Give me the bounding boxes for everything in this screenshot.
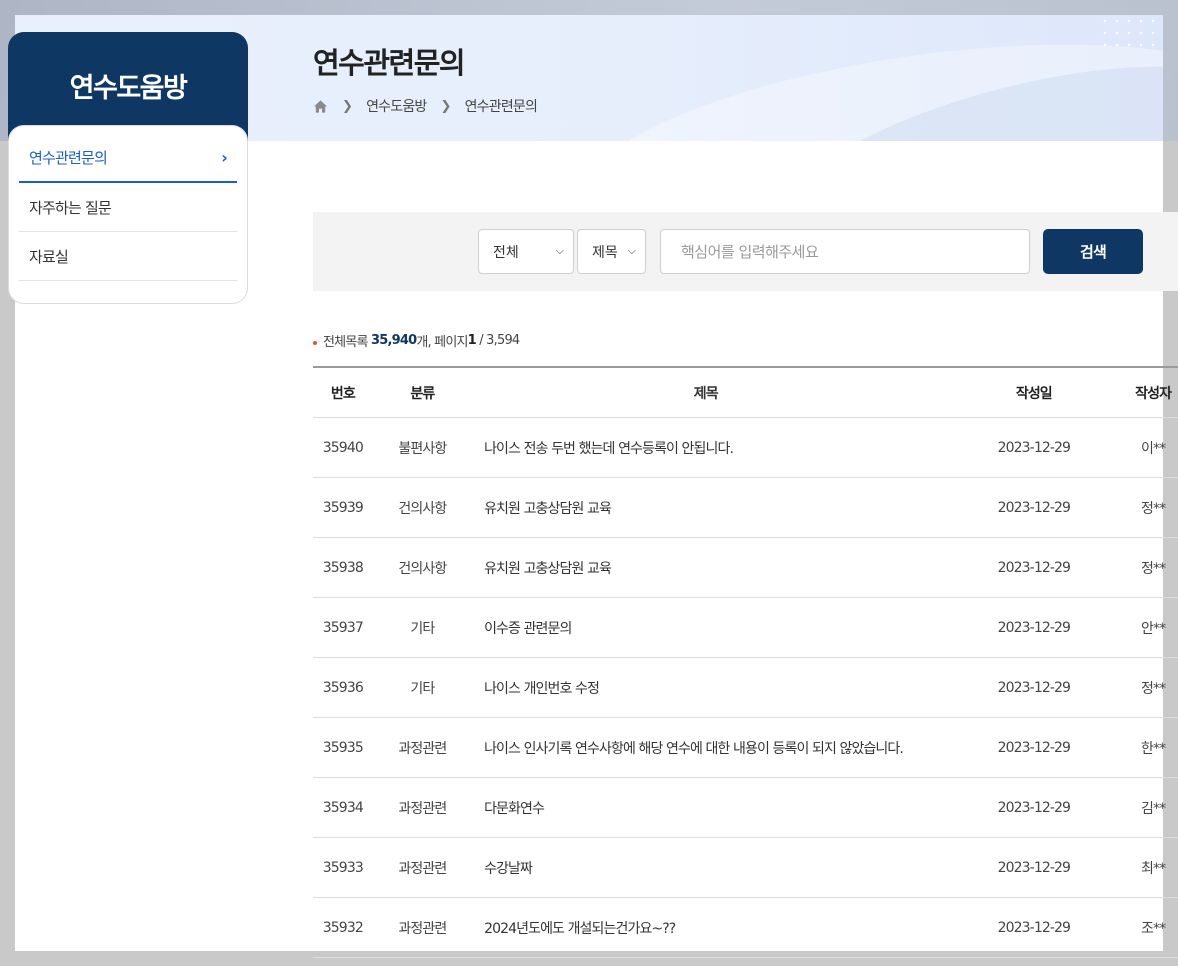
post-category: 불편사항 <box>398 440 447 457</box>
search-input[interactable] <box>660 229 1030 274</box>
post-writer: 정** <box>1141 560 1166 577</box>
sidebar-item-faq[interactable]: 자주하는 질문 <box>19 183 237 232</box>
table-row[interactable]: 35934 과정관련 다문화연수 2023-12-29 김** <box>313 778 1178 838</box>
post-date: 2023-12-29 <box>997 859 1071 876</box>
breadcrumb-item[interactable]: 연수도움방 <box>366 96 427 116</box>
post-number: 35940 <box>322 439 364 456</box>
total-count: 35,940 <box>370 333 417 348</box>
column-header-date: 작성일 <box>1015 385 1053 402</box>
post-date: 2023-12-29 <box>997 679 1071 696</box>
post-writer: 이** <box>1141 440 1166 457</box>
sidebar-menu: 연수관련문의 › 자주하는 질문 자료실 <box>8 125 248 304</box>
post-title-link[interactable]: 다문화연수 <box>472 798 939 818</box>
post-date: 2023-12-29 <box>997 559 1071 576</box>
table-header-row: 번호 분류 제목 작성일 작성자 <box>313 368 1178 418</box>
column-header-num: 번호 <box>330 385 356 402</box>
breadcrumb: ❯ 연수도움방 ❯ 연수관련문의 <box>313 96 538 116</box>
post-writer: 정** <box>1141 680 1166 697</box>
sidebar-item-inquiry[interactable]: 연수관련문의 › <box>19 134 237 183</box>
post-category: 과정관련 <box>398 860 447 877</box>
table-row[interactable]: 35940 불편사항 나이스 전송 두번 했는데 연수등록이 안됩니다. 202… <box>313 418 1178 478</box>
table-row[interactable]: 35939 건의사항 유치원 고충상담원 교육 2023-12-29 정** <box>313 478 1178 538</box>
post-number: 35934 <box>322 799 364 816</box>
post-number: 35936 <box>322 679 364 696</box>
chevron-down-icon: ⌵ <box>627 244 636 257</box>
post-category: 과정관련 <box>398 740 447 757</box>
post-number: 35938 <box>322 559 364 576</box>
board-table: 번호 분류 제목 작성일 작성자 35940 불편사항 나이스 전송 두번 했는… <box>313 366 1178 958</box>
table-row[interactable]: 35936 기타 나이스 개인번호 수정 2023-12-29 정** <box>313 658 1178 718</box>
post-writer: 한** <box>1141 740 1166 757</box>
sidebar-item-label: 자료실 <box>29 247 69 266</box>
table-row[interactable]: 35937 기타 이수증 관련문의 2023-12-29 안** <box>313 598 1178 658</box>
sidebar-item-archive[interactable]: 자료실 <box>19 232 237 281</box>
page-title: 연수관련문의 <box>313 46 466 80</box>
post-date: 2023-12-29 <box>997 619 1071 636</box>
bullet-icon <box>313 340 317 345</box>
search-field-select[interactable]: 제목 ⌵ <box>577 229 646 274</box>
post-title-link[interactable]: 유치원 고충상담원 교육 <box>472 558 939 578</box>
post-title-link[interactable]: 이수증 관련문의 <box>472 618 939 638</box>
category-select[interactable]: 전체 ⌵ <box>478 229 574 274</box>
post-date: 2023-12-29 <box>997 439 1071 456</box>
post-category: 과정관련 <box>398 920 447 937</box>
post-number: 35937 <box>322 619 364 636</box>
post-date: 2023-12-29 <box>997 739 1071 756</box>
post-number: 35932 <box>322 919 364 936</box>
post-category: 기타 <box>410 680 435 697</box>
count-unit: 개, 페이지 <box>416 335 468 350</box>
post-title-link[interactable]: 나이스 전송 두번 했는데 연수등록이 안됩니다. <box>472 438 939 458</box>
total-pages: / 3,594 <box>479 333 520 348</box>
post-category: 과정관련 <box>398 800 447 817</box>
table-row[interactable]: 35935 과정관련 나이스 인사기록 연수사항에 해당 연수에 대한 내용이 … <box>313 718 1178 778</box>
post-date: 2023-12-29 <box>997 799 1071 816</box>
table-row[interactable]: 35932 과정관련 2024년도에도 개설되는건가요~?? 2023-12-2… <box>313 898 1178 958</box>
home-icon[interactable] <box>313 99 328 114</box>
search-field-select-value: 제목 <box>592 244 618 261</box>
chevron-down-icon: ⌵ <box>555 244 564 257</box>
post-title-link[interactable]: 나이스 개인번호 수정 <box>472 678 939 698</box>
table-row[interactable]: 35933 과정관련 수강날짜 2023-12-29 최** <box>313 838 1178 898</box>
post-title-link[interactable]: 2024년도에도 개설되는건가요~?? <box>472 918 939 938</box>
search-button[interactable]: 검색 <box>1043 229 1143 274</box>
column-header-category: 분류 <box>410 385 435 402</box>
post-title-link[interactable]: 유치원 고충상담원 교육 <box>472 498 939 518</box>
chevron-right-icon: ❯ <box>440 98 452 114</box>
sidebar-item-label: 연수관련문의 <box>29 149 108 167</box>
post-number: 35939 <box>322 499 364 516</box>
post-writer: 김** <box>1141 800 1166 817</box>
column-header-writer: 작성자 <box>1135 385 1172 402</box>
post-writer: 조** <box>1141 920 1166 937</box>
post-writer: 최** <box>1141 860 1166 877</box>
column-header-title: 제목 <box>693 385 719 402</box>
current-page: 1 <box>467 333 477 348</box>
sidebar-item-label: 자주하는 질문 <box>29 198 112 217</box>
post-date: 2023-12-29 <box>997 499 1071 516</box>
dot-pattern-decoration <box>1099 15 1159 47</box>
post-category: 건의사항 <box>398 560 447 577</box>
post-date: 2023-12-29 <box>997 919 1071 936</box>
breadcrumb-item-current[interactable]: 연수관련문의 <box>465 96 538 116</box>
category-select-value: 전체 <box>493 244 519 261</box>
post-category: 기타 <box>410 620 435 637</box>
post-writer: 안** <box>1141 620 1166 637</box>
search-bar: 전체 ⌵ 제목 ⌵ 검색 <box>313 212 1178 291</box>
post-category: 건의사항 <box>398 500 447 517</box>
post-title-link[interactable]: 나이스 인사기록 연수사항에 해당 연수에 대한 내용이 등록이 되지 않았습니… <box>472 738 939 758</box>
list-summary: 전체목록 35,940 개, 페이지 1 / 3,594 <box>313 331 520 350</box>
post-number: 35933 <box>322 859 364 876</box>
chevron-right-icon: › <box>221 148 228 167</box>
total-label: 전체목록 <box>323 335 368 350</box>
sidebar-title: 연수도움방 <box>69 73 188 104</box>
chevron-right-icon: ❯ <box>342 98 353 114</box>
post-number: 35935 <box>322 739 364 756</box>
post-title-link[interactable]: 수강날짜 <box>472 858 939 878</box>
post-writer: 정** <box>1141 500 1166 517</box>
table-row[interactable]: 35938 건의사항 유치원 고충상담원 교육 2023-12-29 정** <box>313 538 1178 598</box>
